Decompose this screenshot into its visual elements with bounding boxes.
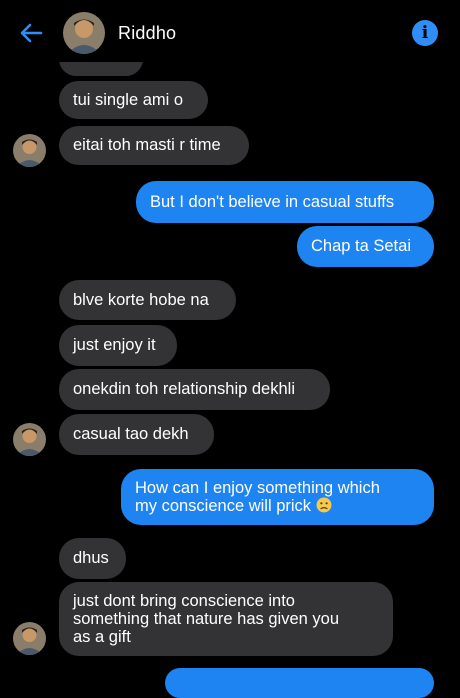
message-text-line-with-emoji: my conscience will prick xyxy=(135,497,332,515)
message-text: Chap ta Setai xyxy=(311,237,411,255)
message-text: eitai toh masti r time xyxy=(73,136,221,154)
outgoing-message: Chap ta Setai xyxy=(297,226,434,267)
message-text: onekdin toh relationship dekhli xyxy=(73,380,295,398)
outgoing-message-partial xyxy=(165,668,434,698)
frowning-face-emoji xyxy=(316,497,332,513)
incoming-message: blve korte hobe na xyxy=(59,280,236,320)
outgoing-message: How can I enjoy something which my consc… xyxy=(121,469,434,525)
sender-avatar[interactable] xyxy=(13,423,46,456)
incoming-message: casual tao dekh xyxy=(59,414,214,455)
message-text: just enjoy it xyxy=(73,336,156,354)
message-text-line: as a gift xyxy=(73,628,131,646)
message-text: dhus xyxy=(73,549,109,567)
outgoing-message: But I don't believe in casual stuffs xyxy=(136,181,434,223)
chat-header: Riddho i xyxy=(0,0,460,62)
incoming-message: dhus xyxy=(59,538,126,579)
message-text-line: just dont bring conscience into xyxy=(73,592,295,610)
incoming-message: just dont bring conscience into somethin… xyxy=(59,582,393,656)
incoming-message: eitai toh masti r time xyxy=(59,126,249,165)
info-icon[interactable]: i xyxy=(412,20,438,46)
incoming-message: onekdin toh relationship dekhli xyxy=(59,369,330,410)
incoming-message: just enjoy it xyxy=(59,325,177,366)
message-text: But I don't believe in casual stuffs xyxy=(150,192,395,211)
message-text-line: How can I enjoy something which xyxy=(135,479,380,497)
message-text-line: something that nature has given you xyxy=(73,610,340,628)
back-button[interactable] xyxy=(14,18,48,48)
sender-avatar[interactable] xyxy=(13,134,46,167)
sender-avatar[interactable] xyxy=(13,622,46,655)
arrow-left-icon xyxy=(20,23,43,43)
contact-name[interactable]: Riddho xyxy=(118,23,176,44)
incoming-message: tui single ami o xyxy=(59,81,208,119)
message-text: tui single ami o xyxy=(73,90,184,109)
message-text: blve korte hobe na xyxy=(73,290,209,309)
contact-avatar[interactable] xyxy=(63,12,105,54)
message-text: casual tao dekh xyxy=(73,425,189,443)
